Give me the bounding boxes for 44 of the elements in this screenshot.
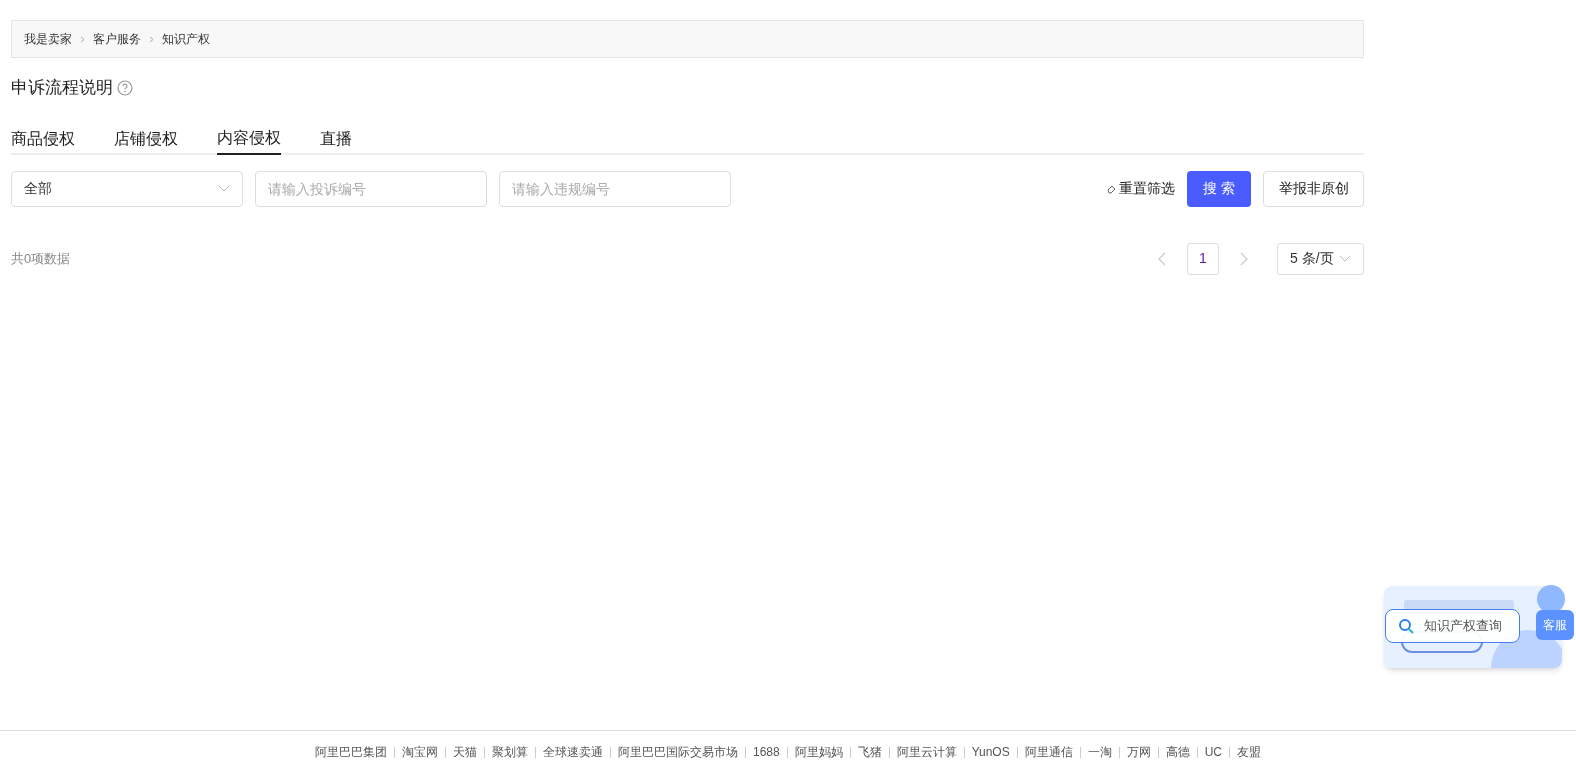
page-title: 申诉流程说明 (11, 77, 113, 99)
tab[interactable]: 内容侵权 (217, 122, 281, 155)
footer-link[interactable]: 高德 (1165, 743, 1190, 761)
footer-link[interactable]: 友盟 (1237, 743, 1262, 761)
tab[interactable]: 店铺侵权 (114, 122, 178, 155)
chevron-down-icon (1339, 254, 1351, 263)
footer-link[interactable]: 淘宝网 (401, 743, 438, 761)
breadcrumb-link[interactable]: 我是卖家 (24, 30, 72, 48)
footer-link[interactable]: 一淘 (1087, 743, 1112, 761)
previous-page-icon[interactable] (1157, 251, 1167, 266)
breadcrumb-link[interactable]: 知识产权 (162, 30, 210, 48)
help-icon[interactable] (117, 79, 133, 96)
tab[interactable]: 商品侵权 (11, 122, 75, 155)
chevron-right-icon (80, 35, 85, 43)
reset-filter-button[interactable]: 重置筛选 (1107, 178, 1175, 199)
footer-link[interactable]: 聚划算 (491, 743, 528, 761)
footer-link[interactable]: 全球速卖通 (542, 743, 603, 761)
footer-link[interactable]: YunOS (971, 743, 1010, 761)
footer-link[interactable]: 阿里通信 (1024, 743, 1073, 761)
violation-number-field[interactable]: 请输入违规编号 (499, 170, 731, 207)
footer-link[interactable]: 阿里妈妈 (794, 743, 843, 761)
report-button[interactable]: 举报非原创 (1263, 170, 1364, 207)
page-button[interactable]: 1 (1187, 242, 1219, 275)
chevron-right-icon (149, 35, 154, 43)
status-select[interactable]: 全部 (11, 170, 243, 207)
footer-link[interactable]: 阿里云计算 (896, 743, 957, 761)
footer-link[interactable]: 1688 (752, 743, 780, 761)
eraser-icon (1107, 183, 1117, 194)
footer-link[interactable]: 万网 (1126, 743, 1151, 761)
breadcrumb-link[interactable]: 客户服务 (93, 30, 141, 48)
next-page-icon[interactable] (1239, 251, 1249, 266)
search-button[interactable]: 搜 索 (1187, 170, 1251, 207)
footer-link[interactable]: UC (1204, 743, 1223, 761)
page-size-select[interactable]: 5 条/页 (1277, 242, 1364, 275)
footer-link[interactable]: 天猫 (452, 743, 477, 761)
footer-link[interactable]: 飞猪 (857, 743, 882, 761)
complaint-number-field[interactable]: 请输入投诉编号 (255, 170, 487, 207)
total-count: 共0项数据 (11, 249, 71, 268)
footer-link[interactable]: 阿里巴巴集团 (314, 743, 387, 761)
ip-query-button[interactable]: 知识产权查询 (1385, 609, 1520, 643)
tab[interactable]: 直播 (320, 122, 352, 155)
search-icon (1398, 618, 1414, 634)
footer-link[interactable]: 阿里巴巴国际交易市场 (617, 743, 738, 761)
chevron-down-icon (218, 184, 230, 193)
